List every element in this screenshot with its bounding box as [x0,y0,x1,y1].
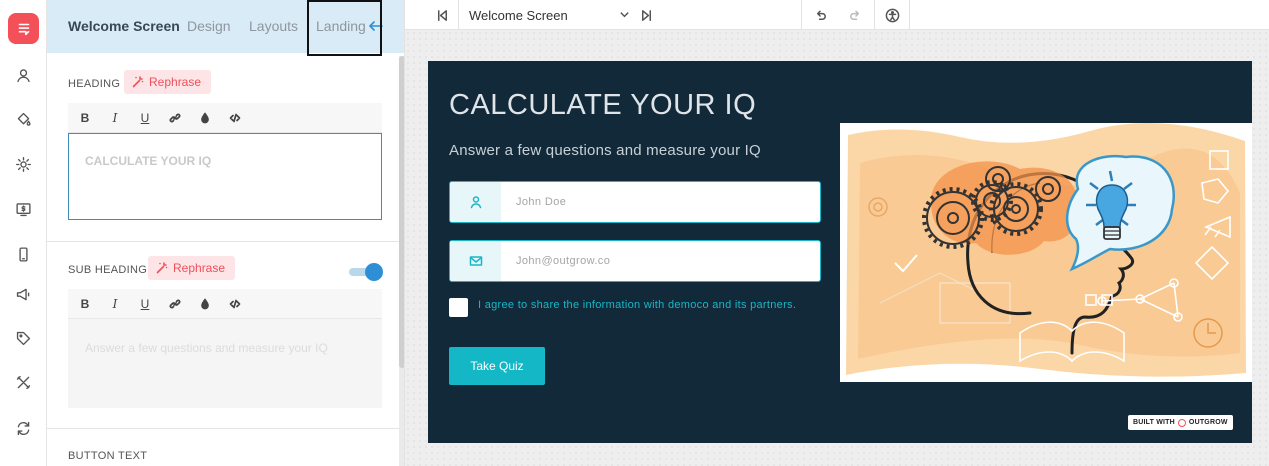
italic-button[interactable]: I [107,110,123,126]
chevron-down-icon [620,12,629,18]
subheading-toggle[interactable] [349,263,383,281]
icon-rail [0,0,47,466]
tab-layouts[interactable]: Layouts [249,18,298,34]
preview-title: CALCULATE YOUR IQ [449,89,757,121]
bold-button[interactable]: B [77,296,93,312]
consent-text: I agree to share the information with de… [478,299,797,311]
tools-icon[interactable] [12,371,34,393]
consent-checkbox[interactable] [449,298,468,317]
undo-icon[interactable] [805,0,835,30]
editor-panel: Welcome Screen Design Layouts Landing HE… [47,0,405,466]
subheading-label: SUB HEADING [68,264,148,276]
heading-format-toolbar: B I U [68,103,382,133]
tab-welcome-screen[interactable]: Welcome Screen [68,18,180,34]
subheading-format-toolbar: B I U [68,289,382,319]
megaphone-icon[interactable] [12,283,34,305]
accessibility-icon[interactable] [877,0,907,30]
outgrow-logo-icon [1177,418,1186,427]
welcome-screen-preview: CALCULATE YOUR IQ Answer a few questions… [428,61,1252,443]
color-drop-icon[interactable] [197,296,213,312]
app-logo-icon[interactable] [8,13,39,44]
underline-button[interactable]: U [137,296,153,312]
badge-brand: OUTGROW [1188,419,1228,426]
magic-wand-icon [156,262,168,274]
last-screen-icon[interactable] [631,0,661,30]
pricing-icon[interactable] [12,198,34,220]
mobile-icon[interactable] [12,243,34,265]
name-field [449,181,821,223]
first-screen-icon[interactable] [427,0,457,30]
brain-gears-illustration [840,123,1252,382]
badge-prefix: BUILT WITH [1133,419,1175,426]
name-input[interactable] [516,182,806,222]
paint-bucket-icon[interactable] [12,108,34,130]
preview-subtitle: Answer a few questions and measure your … [449,142,761,159]
built-with-outgrow-badge[interactable]: BUILT WITH OUTGROW [1128,415,1233,430]
link-icon[interactable] [167,110,183,126]
heading-editor[interactable]: CALCULATE YOUR IQ [68,133,382,220]
link-icon[interactable] [167,296,183,312]
color-drop-icon[interactable] [197,110,213,126]
redo-icon[interactable] [840,0,870,30]
rephrase-label: Rephrase [149,75,202,89]
subheading-editor[interactable]: Answer a few questions and measure your … [68,319,382,408]
email-input[interactable] [516,241,806,281]
sync-icon[interactable] [12,417,34,439]
landing-tab-highlight [307,0,382,56]
preview-toolbar: Welcome Screen [405,0,1269,30]
screen-select-value: Welcome Screen [469,7,568,23]
toolbar-separator [909,0,910,30]
bold-button[interactable]: B [77,110,93,126]
screen-select[interactable]: Welcome Screen [469,0,639,30]
tab-design[interactable]: Design [187,18,231,34]
code-icon[interactable] [227,296,243,312]
mail-icon [450,241,501,281]
underline-button[interactable]: U [137,110,153,126]
italic-button[interactable]: I [107,296,123,312]
heading-rephrase-button[interactable]: Rephrase [124,70,212,94]
subheading-rephrase-button[interactable]: Rephrase [148,256,236,280]
magic-wand-icon [132,76,144,88]
toolbar-separator [801,0,802,30]
section-divider [47,428,399,429]
gear-icon[interactable] [12,153,34,175]
rephrase-label: Rephrase [173,261,226,275]
user-icon[interactable] [12,64,34,86]
section-divider [47,241,399,242]
heading-label: HEADING [68,78,121,90]
user-icon [450,182,501,222]
tag-icon[interactable] [12,327,34,349]
button-text-label: BUTTON TEXT [68,450,148,462]
toggle-knob [365,263,383,281]
toolbar-separator [874,0,875,30]
toolbar-separator [458,0,459,30]
email-field [449,240,821,282]
take-quiz-button[interactable]: Take Quiz [449,347,545,385]
code-icon[interactable] [227,110,243,126]
